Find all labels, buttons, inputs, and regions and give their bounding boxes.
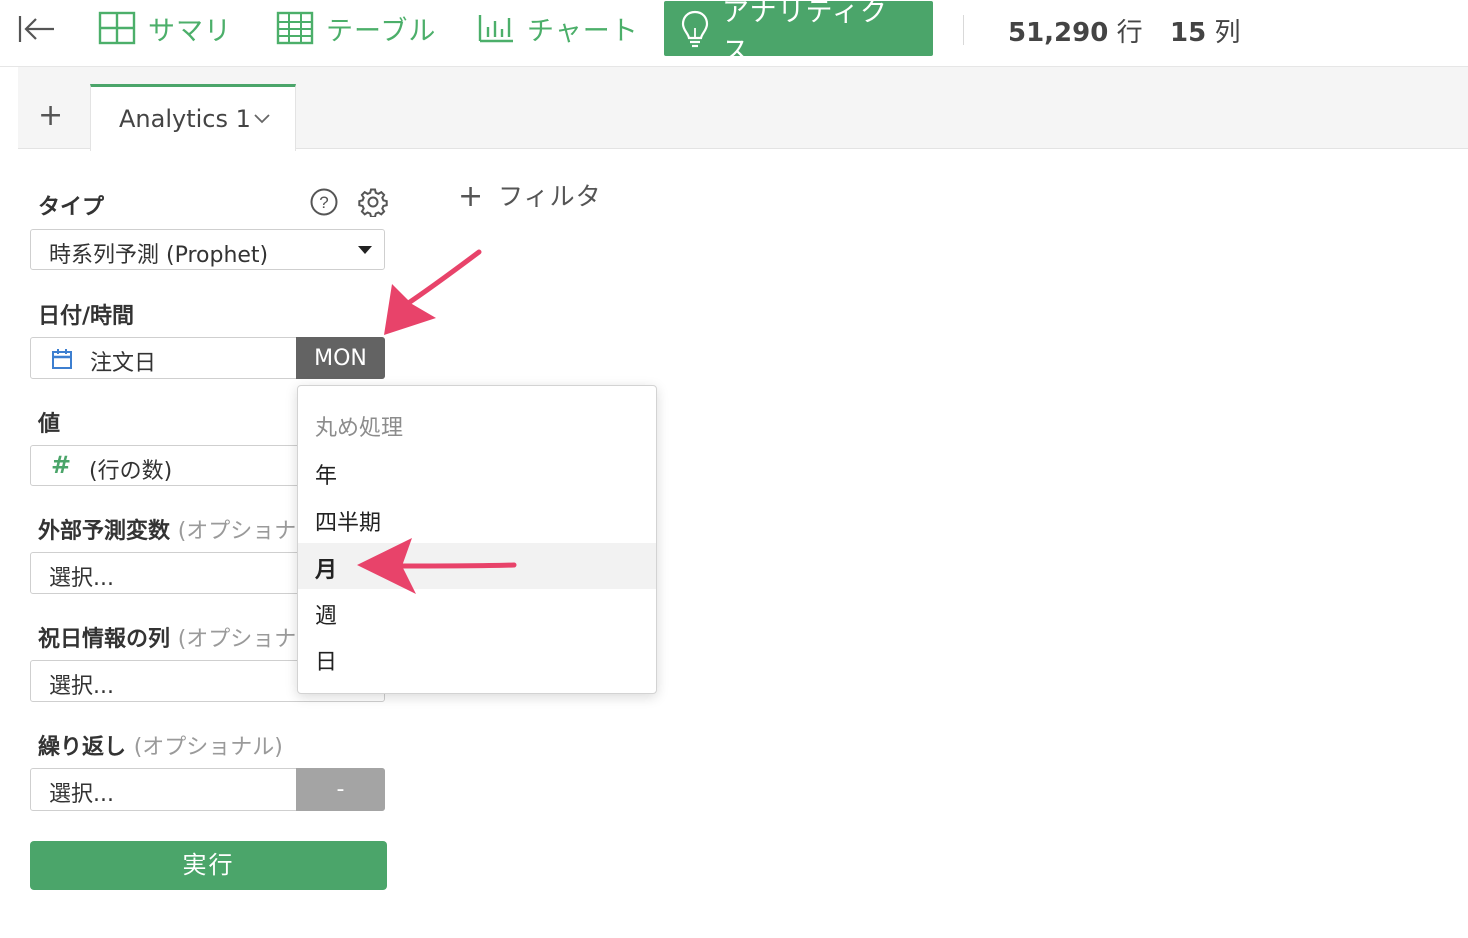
tab-analytics-1[interactable]: Analytics 1 <box>90 84 296 151</box>
table-icon <box>276 11 314 45</box>
type-select[interactable]: 時系列予測 (Prophet) <box>30 229 385 270</box>
value-label: 値 <box>38 412 61 437</box>
tab-analytics[interactable]: アナリティクス <box>664 0 933 67</box>
grid-icon <box>98 11 136 45</box>
external-regressor-placeholder: 選択... <box>49 566 114 591</box>
type-select-value: 時系列予測 (Prophet) <box>49 243 269 268</box>
row-count-unit: 行 <box>1116 18 1143 48</box>
plus-icon: + <box>458 179 485 214</box>
date-rounding-button[interactable]: MON <box>296 337 385 379</box>
help-icon[interactable]: ? <box>309 187 339 217</box>
chevron-down-icon[interactable] <box>253 113 271 125</box>
dropdown-item-label: 年 <box>315 464 338 489</box>
collapse-left-icon[interactable] <box>18 14 56 44</box>
number-hash-icon: # <box>51 451 72 479</box>
date-column-field[interactable]: 注文日 MON <box>30 337 385 379</box>
add-tab-button[interactable]: + <box>38 101 63 131</box>
tab-table-label: テーブル <box>326 15 437 47</box>
tab-summary[interactable]: サマリ <box>98 0 232 56</box>
dropdown-item-month[interactable]: 月 <box>298 543 656 589</box>
add-filter-label: フィルタ <box>498 182 602 211</box>
external-regressor-label: 外部予測変数 (オプショナル) <box>38 513 327 545</box>
rounding-dropdown-menu: 丸め処理 年 四半期 月 週 日 <box>297 385 657 694</box>
dropdown-item-label: 日 <box>315 650 338 675</box>
tab-analytics-1-label: Analytics 1 <box>119 105 251 133</box>
repeat-label-text: 繰り返し <box>38 735 127 760</box>
dropdown-item-quarter[interactable]: 四半期 <box>298 496 656 542</box>
dropdown-header: 丸め処理 <box>315 416 404 441</box>
toolbar-divider <box>963 15 964 45</box>
analytics-tab-strip: + Analytics 1 <box>18 67 1468 151</box>
holiday-column-label-text: 祝日情報の列 <box>38 627 171 652</box>
bar-chart-icon <box>478 15 513 43</box>
tab-chart-label: チャート <box>527 15 639 47</box>
dropdown-item-label: 四半期 <box>315 511 382 536</box>
tab-summary-label: サマリ <box>148 15 232 47</box>
holiday-column-placeholder: 選択... <box>49 674 114 699</box>
repeat-select[interactable]: 選択... - <box>30 768 385 811</box>
dropdown-item-day[interactable]: 日 <box>298 635 656 681</box>
annotation-arrow-to-mon <box>384 249 482 335</box>
add-filter-button[interactable]: + フィルタ <box>458 177 602 214</box>
row-count: 51,290 行 <box>1008 12 1143 49</box>
gear-icon[interactable] <box>358 187 388 217</box>
repeat-placeholder: 選択... <box>49 782 114 807</box>
tab-chart[interactable]: チャート <box>477 0 639 56</box>
repeat-label: 繰り返し (オプショナル) <box>38 729 283 761</box>
dropdown-item-label: 月 <box>315 558 338 583</box>
date-column-value: 注文日 <box>90 351 157 376</box>
value-field-value: (行の数) <box>89 459 173 484</box>
column-count: 15 列 <box>1170 12 1240 49</box>
tab-analytics-label: アナリティクス <box>722 0 888 67</box>
calendar-icon <box>52 349 72 369</box>
dropdown-item-week[interactable]: 週 <box>298 589 656 635</box>
column-count-value: 15 <box>1170 18 1207 48</box>
tab-table[interactable]: テーブル <box>276 0 436 56</box>
column-count-unit: 列 <box>1214 18 1241 48</box>
repeat-rounding-button[interactable]: - <box>296 768 385 811</box>
repeat-optional: (オプショナル) <box>133 735 283 760</box>
run-button[interactable]: 実行 <box>30 841 387 890</box>
row-count-value: 51,290 <box>1008 18 1109 48</box>
dropdown-item-year[interactable]: 年 <box>298 449 656 495</box>
caret-down-icon <box>358 246 372 254</box>
date-label: 日付/時間 <box>38 304 135 329</box>
dropdown-item-label: 週 <box>315 604 338 629</box>
type-label: タイプ <box>38 195 105 220</box>
svg-text:?: ? <box>319 193 328 212</box>
holiday-column-label: 祝日情報の列 (オプショナル) <box>38 621 327 653</box>
top-toolbar: サマリ テーブル チャート アナリティクス 51,290 行 15 列 <box>0 0 1468 67</box>
lightbulb-icon <box>681 10 709 47</box>
external-regressor-label-text: 外部予測変数 <box>38 519 171 544</box>
